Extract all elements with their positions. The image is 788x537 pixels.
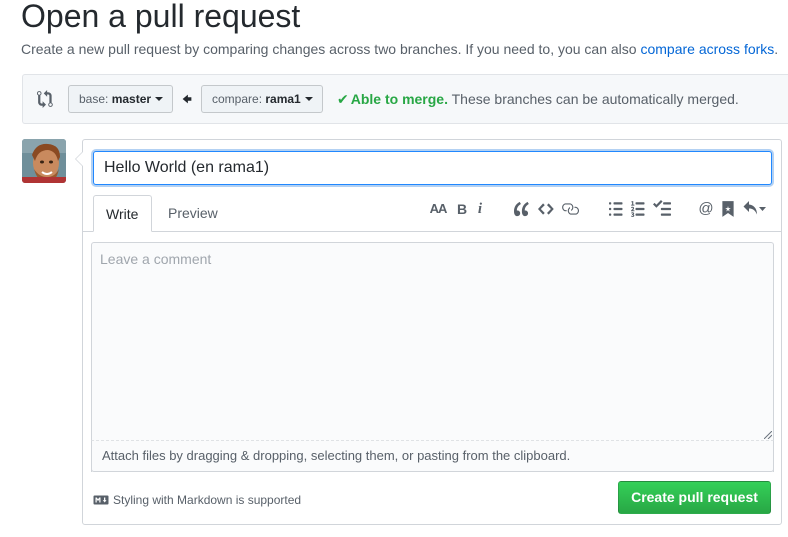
avatar — [22, 139, 66, 183]
pr-title-input[interactable] — [93, 151, 772, 185]
compare-branch-name: rama1 — [265, 92, 301, 106]
git-compare-icon — [37, 90, 53, 108]
page-subtitle: Create a new pull request by comparing c… — [21, 41, 778, 57]
resize-handle-icon[interactable] — [764, 431, 772, 439]
code-icon[interactable] — [538, 200, 556, 218]
markdown-icon — [93, 495, 109, 505]
base-branch-select[interactable]: base: master — [68, 85, 173, 113]
bold-icon[interactable]: B — [453, 200, 471, 218]
numbered-list-icon[interactable] — [631, 200, 649, 218]
pull-request-form: Write Preview AA B i @ Attach files by d… — [75, 139, 782, 525]
compare-across-forks-link[interactable]: compare across forks — [640, 41, 774, 57]
arrow-left-icon — [182, 94, 192, 104]
task-list-icon[interactable] — [653, 200, 671, 218]
base-branch-name: master — [111, 92, 152, 106]
chevron-down-icon — [304, 96, 313, 101]
header-icon[interactable]: AA — [429, 200, 448, 218]
comment-textarea[interactable] — [92, 243, 773, 439]
subtitle-text: Create a new pull request by comparing c… — [21, 41, 641, 57]
italic-icon[interactable]: i — [471, 200, 489, 218]
page-title: Open a pull request — [21, 0, 301, 34]
branch-range-editor: base: master compare: rama1 ✔ Able to mer… — [22, 74, 788, 124]
tab-write[interactable]: Write — [93, 195, 152, 232]
check-icon: ✔ — [337, 91, 349, 107]
file-drop-hint[interactable]: Attach files by dragging & dropping, sel… — [91, 440, 774, 472]
bookmark-icon[interactable] — [719, 200, 737, 218]
avatar-image — [22, 139, 66, 183]
link-icon[interactable] — [561, 200, 579, 218]
merge-status-message: These branches can be automatically merg… — [447, 91, 739, 107]
markdown-note-text: Styling with Markdown is supported — [113, 493, 302, 507]
compare-label: compare: — [212, 92, 266, 106]
create-pull-request-button[interactable]: Create pull request — [618, 481, 771, 514]
reply-icon[interactable] — [743, 200, 767, 218]
markdown-note: Styling with Markdown is supported — [93, 492, 301, 508]
quote-icon[interactable] — [514, 200, 532, 218]
merge-status-label: Able to merge. — [350, 91, 448, 107]
chevron-down-icon — [155, 96, 164, 101]
merge-status: ✔ Able to merge. These branches can be au… — [337, 91, 739, 108]
comment-area — [91, 242, 774, 472]
base-label: base: — [79, 92, 112, 106]
bulleted-list-icon[interactable] — [609, 200, 627, 218]
subtitle-end: . — [774, 41, 779, 57]
tab-preview[interactable]: Preview — [156, 195, 230, 232]
compare-branch-select[interactable]: compare: rama1 — [201, 85, 323, 113]
mention-icon[interactable]: @ — [697, 200, 715, 218]
